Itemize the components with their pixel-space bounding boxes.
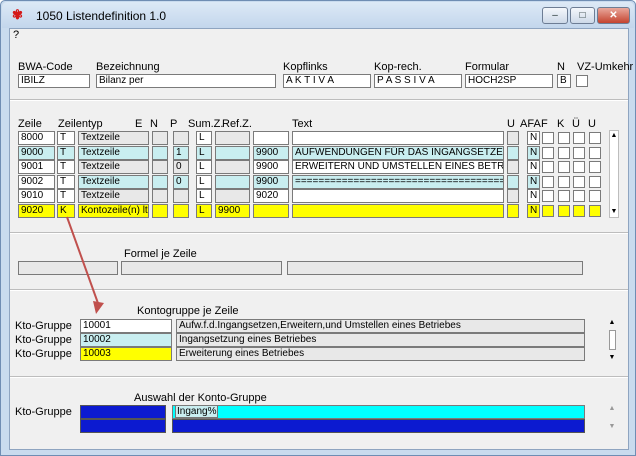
app-window: ✾ 1050 Listendefinition 1.0 – □ ✕ ? BWA-… bbox=[0, 0, 636, 456]
annotation-arrow bbox=[66, 216, 104, 314]
